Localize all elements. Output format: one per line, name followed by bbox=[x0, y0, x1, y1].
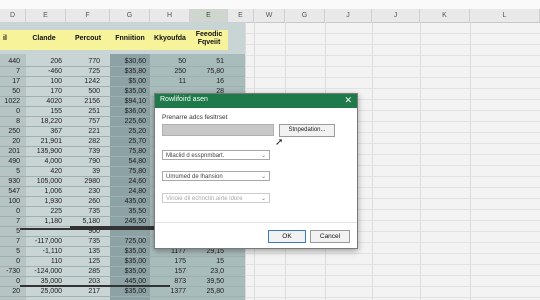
dropdown-three[interactable]: Vinoie dil echnctin.airte ldore ⌄ bbox=[162, 193, 270, 203]
gridline-horizontal bbox=[245, 297, 540, 298]
gridline-horizontal bbox=[245, 253, 540, 254]
header-cell-0[interactable]: il bbox=[0, 35, 10, 43]
browse-button[interactable]: Stnpedation... bbox=[279, 124, 335, 137]
dialog-window[interactable]: Rowlifoird asen ✕ Prenarre adcs fesltrse… bbox=[154, 93, 358, 249]
header-cell-2[interactable]: Percout bbox=[66, 35, 110, 43]
column-header-g-3[interactable]: G bbox=[110, 9, 150, 22]
gridline-vertical bbox=[372, 22, 373, 300]
column-header-j-9[interactable]: J bbox=[325, 9, 372, 22]
ok-button[interactable]: OK bbox=[268, 230, 306, 243]
table-cell[interactable]: 25,000 bbox=[22, 286, 62, 297]
header-cell-5[interactable]: Feeodic Fqveiit bbox=[190, 31, 228, 47]
chevron-down-icon: ⌄ bbox=[260, 196, 266, 202]
column-header-j-10[interactable]: J bbox=[372, 9, 420, 22]
chevron-down-icon: ⌄ bbox=[260, 153, 266, 159]
gridline-horizontal bbox=[245, 55, 540, 56]
header-cell-3[interactable]: Fnniition bbox=[110, 35, 150, 43]
gridline-horizontal bbox=[245, 77, 540, 78]
dialog-title: Rowlifoird asen bbox=[160, 96, 208, 103]
column-header-h-4[interactable]: H bbox=[150, 9, 190, 22]
dropdown-two[interactable]: Umumed de lhansion ⌄ bbox=[162, 171, 270, 181]
dialog-divider bbox=[155, 222, 357, 223]
column-header-g-8[interactable]: G bbox=[285, 9, 325, 22]
gridline-horizontal bbox=[245, 33, 540, 34]
table-cell[interactable]: $35,00 bbox=[110, 286, 146, 297]
header-cell-1[interactable]: Clande bbox=[22, 35, 66, 43]
dropdown-three-value: Vinoie dil echnctin.airte ldore bbox=[166, 196, 243, 202]
dialog-title-bar[interactable]: Rowlifoird asen ✕ bbox=[155, 94, 357, 108]
column-header-l-12[interactable]: L bbox=[470, 9, 540, 22]
file-path-label: Prenarre adcs fesltrset bbox=[162, 114, 228, 121]
dropdown-one[interactable]: Mlaclid d esspnmbart. ⌄ bbox=[162, 150, 270, 160]
table-cell[interactable]: 20 bbox=[0, 286, 20, 297]
gridline-horizontal bbox=[245, 286, 540, 287]
table-border bbox=[20, 285, 170, 287]
gridline-horizontal bbox=[245, 66, 540, 67]
table-border bbox=[20, 228, 170, 230]
gridline-vertical bbox=[420, 22, 421, 300]
close-icon[interactable]: ✕ bbox=[344, 95, 352, 106]
column-header-e-1[interactable]: E bbox=[26, 9, 66, 22]
gridline-horizontal bbox=[245, 264, 540, 265]
header-cell-4[interactable]: Kkyoufda bbox=[150, 35, 190, 43]
dropdown-one-value: Mlaclid d esspnmbart. bbox=[166, 153, 225, 159]
table-cell[interactable]: 1377 bbox=[150, 286, 186, 297]
column-header-e-5[interactable]: E bbox=[190, 9, 228, 22]
column-header-d-0[interactable]: D bbox=[0, 9, 26, 22]
table-cell[interactable]: 25,80 bbox=[190, 286, 224, 297]
column-header-w-7[interactable]: W bbox=[254, 9, 285, 22]
gridline-horizontal bbox=[245, 44, 540, 45]
cancel-button[interactable]: Cancel bbox=[310, 230, 350, 243]
file-path-input[interactable] bbox=[162, 124, 274, 136]
column-header-k-11[interactable]: K bbox=[420, 9, 470, 22]
gridline-horizontal bbox=[245, 88, 540, 89]
gridline-vertical bbox=[470, 22, 471, 300]
chevron-down-icon: ⌄ bbox=[260, 174, 266, 180]
column-header-f-2[interactable]: F bbox=[66, 9, 110, 22]
mouse-cursor-icon: ➚ bbox=[275, 137, 284, 148]
gridline-horizontal bbox=[245, 275, 540, 276]
dropdown-two-value: Umumed de lhansion bbox=[166, 174, 223, 180]
column-header-e-6[interactable]: E bbox=[228, 9, 254, 22]
table-cell[interactable]: 217 bbox=[66, 286, 100, 297]
